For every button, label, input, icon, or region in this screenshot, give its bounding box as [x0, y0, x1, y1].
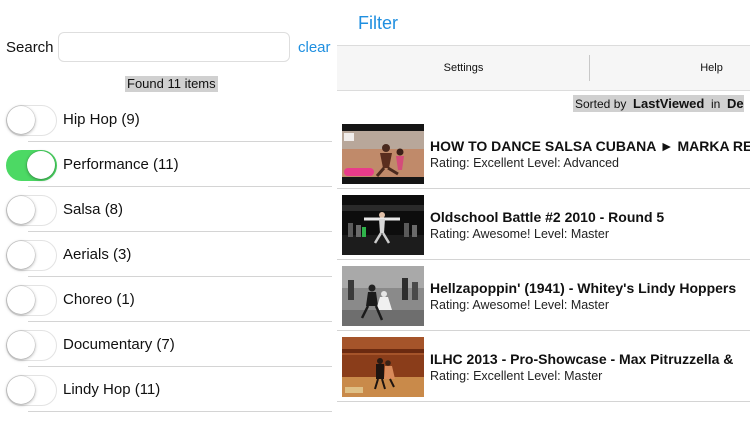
clear-button[interactable]: clear [298, 39, 331, 56]
filter-nav-button[interactable]: Filter [358, 13, 398, 34]
category-toggle[interactable] [6, 240, 57, 271]
video-thumbnail [342, 195, 424, 255]
sort-order: De [727, 96, 744, 111]
category-label: Documentary (7) [63, 336, 175, 353]
video-panel: Filter Settings Help Sorted by LastViewe… [337, 0, 750, 422]
sort-prefix: Sorted by [575, 97, 627, 111]
sort-indicator[interactable]: Sorted by LastViewed in De [573, 95, 744, 112]
category-toggle[interactable] [6, 150, 57, 181]
category-label: Aerials (3) [63, 246, 132, 263]
category-toggle[interactable] [6, 195, 57, 226]
video-title: ILHC 2013 - Pro-Showcase - Max Pitruzzel… [430, 351, 734, 367]
toggle-knob [27, 151, 55, 179]
video-row[interactable]: Oldschool Battle #2 2010 - Round 5 Ratin… [337, 189, 750, 260]
settings-button[interactable]: Settings [337, 46, 590, 90]
filter-panel: Search clear Found 11 items Hip Hop (9) … [0, 0, 337, 422]
toggle-knob [7, 376, 35, 404]
category-toggle[interactable] [6, 285, 57, 316]
search-row: Search clear [0, 32, 337, 64]
category-toggle[interactable] [6, 375, 57, 406]
help-button[interactable]: Help [590, 46, 750, 90]
category-label: Salsa (8) [63, 201, 124, 218]
toolbar: Settings Help [337, 45, 750, 91]
category-item-lindy-hop: Lindy Hop (11) [0, 367, 337, 412]
toggle-knob [7, 331, 35, 359]
category-item-documentary: Documentary (7) [0, 322, 337, 367]
category-toggle[interactable] [6, 105, 57, 136]
toggle-knob [7, 241, 35, 269]
toggle-knob [7, 286, 35, 314]
category-label: Hip Hop (9) [63, 111, 140, 128]
sort-field: LastViewed [633, 96, 705, 111]
category-list: Hip Hop (9) Performance (11) Salsa (8) A… [0, 97, 337, 412]
search-label: Search [6, 39, 54, 56]
category-label: Choreo (1) [63, 291, 135, 308]
video-title: Oldschool Battle #2 2010 - Round 5 [430, 209, 665, 225]
video-meta: Rating: Awesome! Level: Master [430, 227, 610, 241]
search-input[interactable] [58, 32, 290, 62]
video-thumbnail [342, 124, 424, 184]
category-label: Lindy Hop (11) [63, 381, 161, 398]
sort-in-label: in [711, 97, 721, 111]
toggle-knob [7, 106, 35, 134]
category-toggle[interactable] [6, 330, 57, 361]
toggle-knob [7, 196, 35, 224]
video-list: HOW TO DANCE SALSA CUBANA ► MARKA RE Rat… [337, 118, 750, 402]
category-item-performance: Performance (11) [0, 142, 337, 187]
video-row[interactable]: ILHC 2013 - Pro-Showcase - Max Pitruzzel… [337, 331, 750, 402]
category-item-aerials: Aerials (3) [0, 232, 337, 277]
category-item-hip-hop: Hip Hop (9) [0, 97, 337, 142]
video-title: Hellzapoppin' (1941) - Whitey's Lindy Ho… [430, 280, 737, 296]
video-meta: Rating: Excellent Level: Advanced [430, 156, 620, 170]
video-thumbnail [342, 266, 424, 326]
video-title: HOW TO DANCE SALSA CUBANA ► MARKA RE [430, 138, 750, 154]
found-count-label: Found 11 items [125, 76, 218, 92]
video-thumbnail [342, 337, 424, 397]
video-row[interactable]: Hellzapoppin' (1941) - Whitey's Lindy Ho… [337, 260, 750, 331]
category-label: Performance (11) [63, 156, 179, 173]
category-item-salsa: Salsa (8) [0, 187, 337, 232]
video-meta: Rating: Awesome! Level: Master [430, 298, 610, 312]
category-item-choreo: Choreo (1) [0, 277, 337, 322]
video-meta: Rating: Excellent Level: Master [430, 369, 603, 383]
video-row[interactable]: HOW TO DANCE SALSA CUBANA ► MARKA RE Rat… [337, 118, 750, 189]
